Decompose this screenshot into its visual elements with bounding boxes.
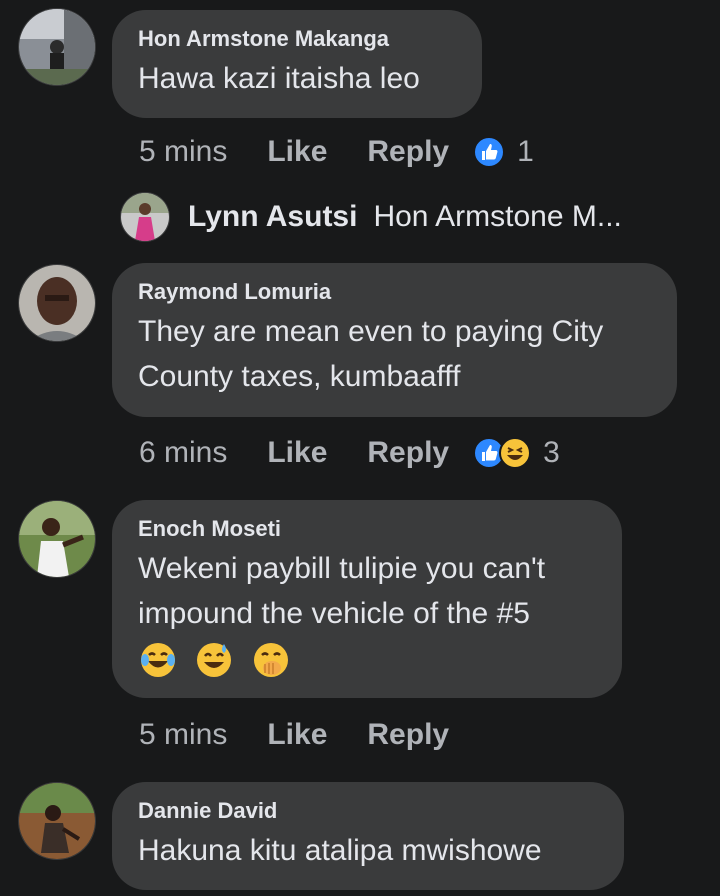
avatar xyxy=(120,192,170,242)
comment-actions: 6 mins Like Reply 3 xyxy=(139,433,560,473)
haha-reaction-icon xyxy=(499,437,532,469)
comment-text-line: County taxes, kumbaafff xyxy=(138,360,461,393)
reply-author[interactable]: Lynn Asutsi xyxy=(188,200,357,234)
comment-text-line: They are mean even to paying City xyxy=(138,315,604,348)
comment-author[interactable]: Hon Armstone Makanga xyxy=(138,26,456,52)
comment-actions: 5 mins Like Reply 1 xyxy=(139,132,534,172)
like-button[interactable]: Like xyxy=(267,436,327,470)
reply-button[interactable]: Reply xyxy=(367,436,449,470)
like-reaction-icon xyxy=(473,136,506,168)
reaction-summary[interactable]: 3 xyxy=(473,436,560,470)
comment-bubble: Dannie David Hakuna kitu atalipa mwishow… xyxy=(112,782,624,890)
comment-author[interactable]: Enoch Moseti xyxy=(138,516,596,542)
tears-of-joy-emoji xyxy=(138,640,178,680)
comment-text: Hakuna kitu atalipa mwishowe xyxy=(138,834,542,867)
comment-time[interactable]: 6 mins xyxy=(139,436,227,470)
comment-time[interactable]: 5 mins xyxy=(139,718,227,752)
avatar[interactable] xyxy=(18,8,96,86)
sweat-smile-emoji xyxy=(194,640,234,680)
like-button[interactable]: Like xyxy=(267,135,327,169)
comment-bubble: Enoch Moseti Wekeni paybill tulipie you … xyxy=(112,500,622,698)
comment-time[interactable]: 5 mins xyxy=(139,135,227,169)
comment-author[interactable]: Dannie David xyxy=(138,798,598,824)
comment-bubble: Hon Armstone Makanga Hawa kazi itaisha l… xyxy=(112,10,482,118)
comment-text-line: impound the vehicle of the #5 xyxy=(138,597,530,630)
comment-emoji-row xyxy=(138,636,596,681)
comment-actions: 5 mins Like Reply xyxy=(139,715,489,755)
reply-button[interactable]: Reply xyxy=(367,718,449,752)
comment-author[interactable]: Raymond Lomuria xyxy=(138,279,651,305)
comment-bubble: Raymond Lomuria They are mean even to pa… xyxy=(112,263,677,417)
reaction-count: 1 xyxy=(517,135,534,168)
avatar[interactable] xyxy=(18,500,96,578)
reply-text: Hon Armstone M... xyxy=(373,200,622,233)
reaction-count: 3 xyxy=(543,436,560,469)
hand-over-mouth-emoji xyxy=(251,640,291,680)
avatar[interactable] xyxy=(18,782,96,860)
reaction-summary[interactable]: 1 xyxy=(473,135,534,169)
like-button[interactable]: Like xyxy=(267,718,327,752)
reply-button[interactable]: Reply xyxy=(367,135,449,169)
comment-text: Hawa kazi itaisha leo xyxy=(138,62,420,95)
comment-text-line: Wekeni paybill tulipie you can't xyxy=(138,552,546,585)
reply-preview[interactable]: Lynn Asutsi Hon Armstone M... xyxy=(120,192,622,242)
avatar[interactable] xyxy=(18,264,96,342)
